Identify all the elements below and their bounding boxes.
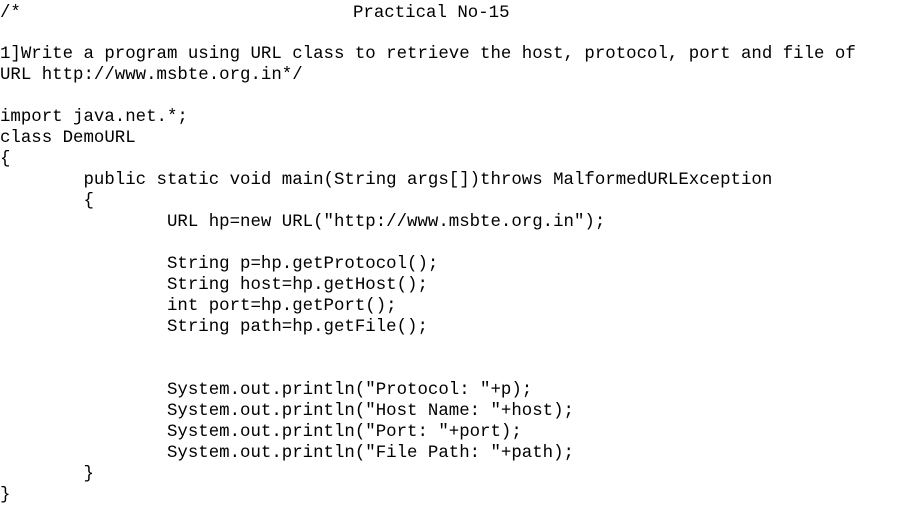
question-line-1: 1]Write a program using URL class to ret… bbox=[0, 45, 856, 64]
code-line-host: String host=hp.getHost(); bbox=[0, 276, 428, 295]
comment-open: /* bbox=[0, 4, 21, 23]
document-page: /* Practical No-15 1]Write a program usi… bbox=[0, 0, 910, 510]
code-line-open-brace-main: { bbox=[0, 192, 94, 211]
question-line-2: URL http://www.msbte.org.in*/ bbox=[0, 66, 303, 85]
code-line-print-host: System.out.println("Host Name: "+host); bbox=[0, 402, 574, 421]
code-line-close-brace-class: } bbox=[0, 486, 11, 505]
code-line-print-port: System.out.println("Port: "+port); bbox=[0, 423, 522, 442]
page-title: Practical No-15 bbox=[353, 4, 510, 23]
code-line-main-signature: public static void main(String args[])th… bbox=[0, 171, 773, 190]
code-line-print-path: System.out.println("File Path: "+path); bbox=[0, 444, 574, 463]
code-line-class: class DemoURL bbox=[0, 129, 136, 148]
code-line-protocol: String p=hp.getProtocol(); bbox=[0, 255, 439, 274]
code-line-open-brace-class: { bbox=[0, 150, 11, 169]
code-line-import: import java.net.*; bbox=[0, 108, 188, 127]
code-line-path: String path=hp.getFile(); bbox=[0, 318, 428, 337]
code-line-print-protocol: System.out.println("Protocol: "+p); bbox=[0, 381, 533, 400]
code-line-close-brace-main: } bbox=[0, 465, 94, 484]
code-line-port: int port=hp.getPort(); bbox=[0, 297, 397, 316]
code-line-url-init: URL hp=new URL("http://www.msbte.org.in"… bbox=[0, 213, 606, 232]
